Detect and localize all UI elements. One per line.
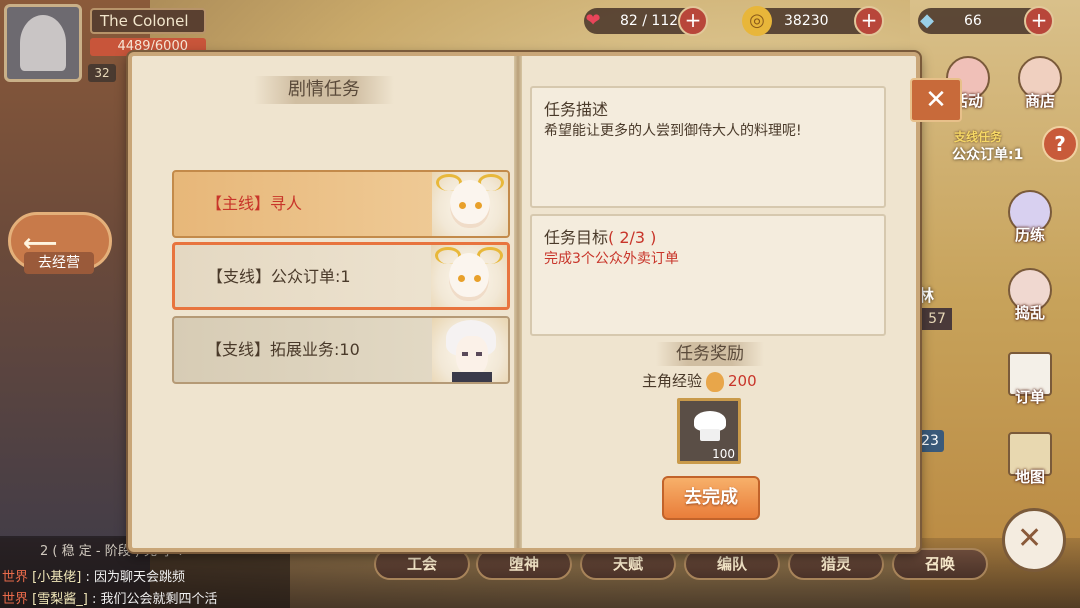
help-button[interactable]: ? [1042, 126, 1078, 162]
reward-item-slot[interactable]: 100 [677, 398, 741, 464]
quest-item-expand-business[interactable]: 【支线】拓展业务:10 [172, 316, 510, 384]
character-collar [452, 372, 492, 382]
peek-number-23: 23 [916, 430, 944, 452]
fallen-god-button[interactable]: 堕神 [476, 548, 572, 580]
menu-map-label: 地图 [1014, 468, 1045, 486]
summon-button[interactable]: 召唤 [892, 548, 988, 580]
stamina-resource: ❤ 82 / 112 + [584, 6, 708, 36]
chat-speaker: [雪梨酱_] [32, 592, 88, 607]
player-avatar[interactable] [4, 4, 82, 82]
chat-channel: 世界 [2, 592, 29, 607]
book-spine [514, 56, 522, 548]
quest-label: 【主线】寻人 [206, 172, 302, 236]
chat-speaker: [小基佬] [32, 570, 82, 585]
menu-training-label: 历练 [1014, 226, 1045, 244]
add-gems-button[interactable]: + [1024, 6, 1054, 36]
goal-text: 完成3个公众外卖订单 [544, 251, 679, 267]
quest-portrait [431, 245, 507, 307]
go-complete-button[interactable]: 去完成 [662, 476, 760, 520]
peek-label-lin: 林 [918, 286, 935, 305]
crystal-icon: ◆ [920, 10, 934, 31]
description-text: 希望能让更多的人尝到御侍大人的料理呢! [544, 123, 802, 139]
quest-label: 【支线】拓展业务:10 [206, 318, 360, 382]
player-name: The Colonel [90, 8, 206, 34]
side-quest-tracker[interactable]: 支线任务 公众订单:1 [940, 126, 1044, 166]
chat-line-1: 世界 [小基佬] : 因为聊天会跳频 [2, 566, 185, 585]
menu-orders[interactable]: 订单 [998, 352, 1062, 416]
reward-title: 任务奖励 [656, 342, 764, 366]
quest-goal-box: 任务目标( 2/3 ) 完成3个公众外卖订单 [530, 214, 886, 336]
quest-name: 寻人 [270, 194, 303, 213]
cooking-icon[interactable]: ✕ [1002, 508, 1066, 572]
close-icon: ✕ [925, 85, 947, 115]
chef-hat-icon [694, 411, 726, 441]
player-level: 32 [88, 64, 116, 82]
chat-message: : 因为聊天会跳频 [85, 570, 185, 585]
menu-shop[interactable]: 商店 [1008, 56, 1072, 120]
utensils-icon: ✕ [1017, 521, 1043, 556]
side-quest-value: 公众订单:1 [952, 147, 1024, 163]
quest-description-box: 任务描述 希望能让更多的人尝到御侍大人的料理呢! [530, 86, 886, 208]
quest-portrait [432, 172, 508, 236]
close-button[interactable]: ✕ [910, 78, 962, 122]
chat-channel: 世界 [2, 570, 29, 585]
character-face [449, 253, 489, 301]
quest-item-main[interactable]: 【主线】寻人 [172, 170, 510, 238]
quest-name: 公众订单:1 [271, 267, 351, 286]
talent-button[interactable]: 天赋 [580, 548, 676, 580]
exp-drop-icon [706, 371, 725, 392]
spirit-hunt-button[interactable]: 猎灵 [788, 548, 884, 580]
menu-mischief-label: 捣乱 [1014, 304, 1045, 322]
quest-name: 拓展业务:10 [270, 340, 360, 359]
quest-tag: 【主线】 [206, 194, 271, 213]
menu-shop-label: 商店 [1024, 92, 1055, 110]
goal-heading: 任务目标( 2/3 ) [544, 224, 656, 248]
gold-resource: ◎ 38230 + [742, 6, 884, 36]
quest-tag: 【支线】 [206, 340, 271, 359]
goal-heading-text: 任务目标 [544, 228, 609, 247]
menu-training[interactable]: 历练 [998, 190, 1062, 254]
add-stamina-button[interactable]: + [678, 6, 708, 36]
goal-progress: ( 2/3 ) [608, 228, 657, 247]
chat-line-2: 世界 [雪梨酱_] : 我们公会就剩四个活 [2, 588, 217, 607]
quest-portrait [432, 318, 508, 382]
stamina-value: 82 / 112 [620, 13, 679, 29]
gems-resource: ◆ 66 + [918, 6, 1054, 36]
quest-detail-page: 任务描述 希望能让更多的人尝到御侍大人的料理呢! 任务目标( 2/3 ) 完成3… [530, 66, 908, 540]
page-title: 剧情任务 [254, 76, 394, 104]
add-gold-button[interactable]: + [854, 6, 884, 36]
menu-orders-label: 订单 [1014, 388, 1045, 406]
quest-tag: 【支线】 [207, 267, 272, 286]
exp-label: 主角经验 [642, 372, 703, 390]
quest-label: 【支线】公众订单:1 [207, 245, 351, 307]
chat-message: : 我们公会就剩四个活 [91, 592, 218, 607]
heart-icon: ❤ [585, 10, 601, 31]
character-face [450, 180, 490, 228]
exp-value: 200 [728, 372, 757, 390]
menu-map[interactable]: 地图 [998, 432, 1062, 496]
peek-number-57: 57 [922, 308, 952, 330]
quest-book: 剧情任务 【主线】寻人 【支线】公众订单:1 【支线】拓展业务:10 任务描述 … [128, 52, 920, 552]
exp-reward: 主角经验 200 [642, 370, 757, 392]
go-manage-label[interactable]: 去经营 [24, 252, 94, 274]
formation-button[interactable]: 编队 [684, 548, 780, 580]
quest-item-public-order[interactable]: 【支线】公众订单:1 [172, 242, 510, 310]
description-heading: 任务描述 [544, 100, 609, 119]
quest-list-page: 剧情任务 【主线】寻人 【支线】公众订单:1 【支线】拓展业务:10 [142, 66, 512, 540]
menu-mischief[interactable]: 捣乱 [998, 268, 1062, 332]
avatar-portrait [20, 15, 66, 71]
side-quest-label: 支线任务 [954, 130, 1003, 144]
character-face [456, 336, 488, 376]
gems-value: 66 [964, 13, 982, 29]
guild-button[interactable]: 工会 [374, 548, 470, 580]
coin-icon: ◎ [742, 6, 772, 36]
item-count: 100 [712, 447, 735, 461]
gold-value: 38230 [784, 13, 829, 29]
